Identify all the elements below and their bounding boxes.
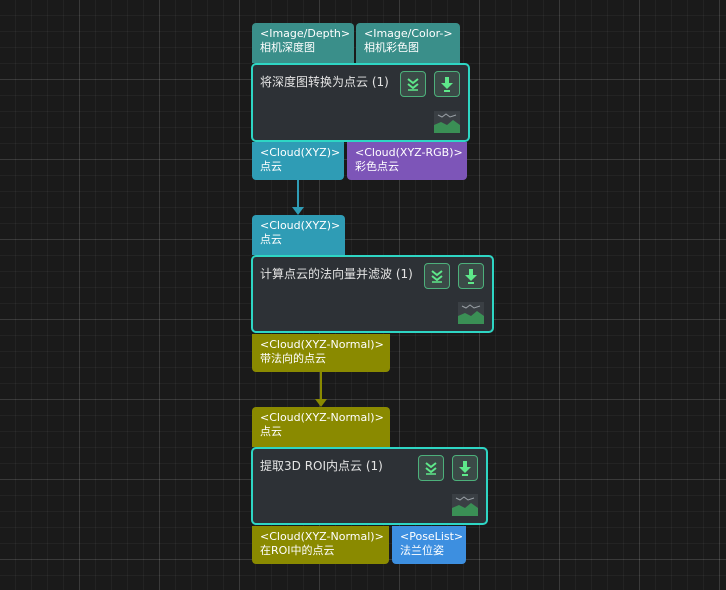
download-arrow-icon <box>459 461 471 476</box>
collapse-button[interactable] <box>400 71 426 97</box>
port-label: 在ROI中的点云 <box>260 544 335 557</box>
port-label: 相机彩色图 <box>364 41 419 54</box>
port-type: <PoseList> <box>400 530 464 543</box>
node-title: 将深度图转换为点云 (1) <box>260 75 389 89</box>
port-type: <Cloud(XYZ-Normal)> <box>260 530 384 543</box>
port-type: <Image/Depth> <box>260 27 351 40</box>
debug-output-button[interactable] <box>452 455 478 481</box>
input-port-color-image[interactable]: <Image/Color-> 相机彩色图 <box>356 23 460 63</box>
landscape-image-icon[interactable] <box>451 493 479 517</box>
port-type: <Cloud(XYZ)> <box>260 219 341 232</box>
connection-arrow-xyz <box>292 207 304 215</box>
download-arrow-icon <box>465 269 477 284</box>
port-label: 点云 <box>260 233 282 246</box>
output-port-cloud-in-roi[interactable]: <Cloud(XYZ-Normal)> 在ROI中的点云 <box>252 526 389 564</box>
output-port-cloud-normal[interactable]: <Cloud(XYZ-Normal)> 带法向的点云 <box>252 334 390 372</box>
output-port-cloud-xyz[interactable]: <Cloud(XYZ)> 点云 <box>252 142 344 180</box>
input-port-cloud-xyz[interactable]: <Cloud(XYZ)> 点云 <box>252 215 345 255</box>
input-port-cloud-normal[interactable]: <Cloud(XYZ-Normal)> 点云 <box>252 407 390 447</box>
node-normal-filter[interactable]: 计算点云的法向量并滤波 (1) <box>251 255 494 333</box>
port-label: 点云 <box>260 160 282 173</box>
chevrons-down-icon <box>407 78 419 91</box>
chevrons-down-icon <box>431 270 443 283</box>
port-label: 法兰位姿 <box>400 544 444 557</box>
input-port-depth-image[interactable]: <Image/Depth> 相机深度图 <box>252 23 354 63</box>
port-label: 点云 <box>260 425 282 438</box>
port-type: <Cloud(XYZ-Normal)> <box>260 338 384 351</box>
node-extract-roi[interactable]: 提取3D ROI内点云 (1) <box>251 447 488 525</box>
port-label: 彩色点云 <box>355 160 399 173</box>
output-port-poselist[interactable]: <PoseList> 法兰位姿 <box>392 526 466 564</box>
landscape-image-icon[interactable] <box>457 301 485 325</box>
port-type: <Cloud(XYZ-RGB)> <box>355 146 463 159</box>
node-title: 计算点云的法向量并滤波 (1) <box>260 267 413 281</box>
port-type: <Cloud(XYZ-Normal)> <box>260 411 384 424</box>
port-type: <Cloud(XYZ)> <box>260 146 341 159</box>
collapse-button[interactable] <box>424 263 450 289</box>
landscape-image-icon[interactable] <box>433 110 461 134</box>
node-depth-to-cloud[interactable]: 将深度图转换为点云 (1) <box>251 63 470 142</box>
output-port-cloud-rgb[interactable]: <Cloud(XYZ-RGB)> 彩色点云 <box>347 142 467 180</box>
port-type: <Image/Color-> <box>364 27 453 40</box>
chevrons-down-icon <box>425 462 437 475</box>
debug-output-button[interactable] <box>458 263 484 289</box>
connection-arrow-normal <box>315 399 327 407</box>
port-label: 带法向的点云 <box>260 352 326 365</box>
port-label: 相机深度图 <box>260 41 315 54</box>
download-arrow-icon <box>441 77 453 92</box>
node-title: 提取3D ROI内点云 (1) <box>260 459 383 473</box>
collapse-button[interactable] <box>418 455 444 481</box>
debug-output-button[interactable] <box>434 71 460 97</box>
